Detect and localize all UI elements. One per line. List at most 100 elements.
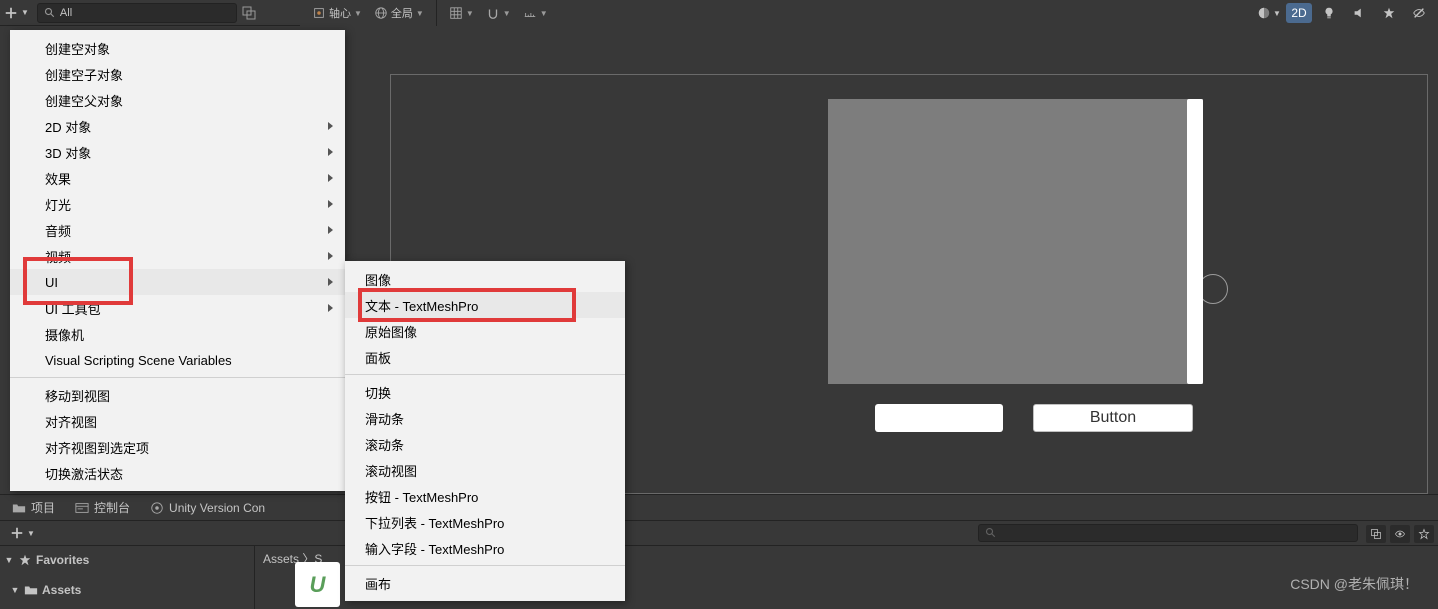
menu-item[interactable]: 效果	[10, 165, 345, 191]
audio-icon	[1352, 6, 1366, 20]
snap-dropdown[interactable]: ▼	[480, 3, 517, 23]
menu-item[interactable]: UI 工具包	[10, 295, 345, 321]
menu-item[interactable]: UI	[10, 269, 345, 295]
save-filter-button[interactable]	[1414, 525, 1434, 543]
chevron-down-icon: ▼	[416, 9, 424, 18]
folder-icon	[24, 583, 38, 597]
menu-item[interactable]: Visual Scripting Scene Variables	[10, 347, 345, 373]
ui-inputfield[interactable]	[875, 404, 1003, 432]
hidden-packages-button[interactable]	[1390, 525, 1410, 543]
bottom-tabs: 项目 控制台 Unity Version Con	[0, 495, 1438, 521]
star-icon	[18, 553, 32, 567]
chevron-down-icon: ▼	[27, 529, 35, 538]
submenu-item[interactable]: 切换	[345, 379, 625, 405]
tab-label: Unity Version Con	[169, 501, 265, 515]
submenu-item[interactable]: 原始图像	[345, 318, 625, 344]
create-dropdown[interactable]: ▼	[0, 6, 33, 20]
gizmo-visibility-button[interactable]	[1406, 3, 1432, 23]
project-toolbar-right	[1366, 521, 1434, 546]
2d-toggle[interactable]: 2D	[1286, 3, 1312, 23]
menu-item[interactable]: 对齐视图到选定项	[10, 434, 345, 460]
menu-item[interactable]: 3D 对象	[10, 139, 345, 165]
fx-icon	[1382, 6, 1396, 20]
project-create-dropdown[interactable]: ▼	[6, 526, 39, 540]
plus-icon	[10, 526, 24, 540]
scene-toolbar: 轴心 ▼ 全局 ▼ ▼ ▼ ▼ ▼ 2D	[300, 0, 1438, 26]
ui-button-label: Button	[1090, 409, 1136, 427]
tree-label: Favorites	[36, 553, 89, 567]
menu-item[interactable]: 音频	[10, 217, 345, 243]
submenu-item[interactable]: 滑动条	[345, 405, 625, 431]
ui-submenu[interactable]: 图像文本 - TextMeshPro原始图像面板切换滑动条滚动条滚动视图按钮 -…	[345, 261, 625, 601]
submenu-item[interactable]: 文本 - TextMeshPro	[345, 292, 625, 318]
submenu-item[interactable]: 输入字段 - TextMeshPro	[345, 535, 625, 561]
lighting-toggle[interactable]	[1316, 3, 1342, 23]
menu-item[interactable]: 视频	[10, 243, 345, 269]
submenu-item[interactable]: 画布	[345, 570, 625, 596]
increment-snap-dropdown[interactable]: ▼	[517, 3, 554, 23]
tab-console[interactable]: 控制台	[67, 497, 138, 519]
menu-item[interactable]: 创建空对象	[10, 35, 345, 61]
chevron-down-icon: ▼	[1273, 9, 1281, 18]
audio-toggle[interactable]	[1346, 3, 1372, 23]
grid-snap-dropdown[interactable]: ▼	[443, 3, 480, 23]
twisty-icon[interactable]: ▼	[4, 555, 14, 565]
chevron-down-icon: ▼	[503, 9, 511, 18]
menu-item[interactable]: 摄像机	[10, 321, 345, 347]
project-content: ▼ Favorites ▼ Assets Assets 〉S	[0, 546, 1438, 609]
menu-item[interactable]: 对齐视图	[10, 408, 345, 434]
asset-thumbnail[interactable]: U	[295, 562, 340, 607]
project-search[interactable]	[978, 524, 1358, 542]
star-icon	[1418, 528, 1430, 540]
hierarchy-search[interactable]	[37, 3, 237, 23]
project-panel: 项目 控制台 Unity Version Con ▼ ▼	[0, 494, 1438, 609]
global-dropdown[interactable]: 全局 ▼	[368, 3, 430, 23]
shaded-icon	[1257, 6, 1271, 20]
globe-icon	[374, 6, 388, 20]
bulb-icon	[1322, 6, 1336, 20]
submenu-item[interactable]: 面板	[345, 344, 625, 370]
twisty-icon[interactable]: ▼	[10, 585, 20, 595]
scene-view-tools: ▼ 2D	[1239, 3, 1432, 23]
tab-label: 项目	[31, 499, 55, 516]
pivot-dropdown[interactable]: 轴心 ▼	[306, 3, 368, 23]
chevron-down-icon: ▼	[354, 9, 362, 18]
ui-panel[interactable]	[828, 99, 1203, 384]
ui-handle-circle[interactable]	[1198, 274, 1228, 304]
menu-item[interactable]: 灯光	[10, 191, 345, 217]
submenu-item[interactable]: 按钮 - TextMeshPro	[345, 483, 625, 509]
menu-item[interactable]: 2D 对象	[10, 113, 345, 139]
submenu-item[interactable]: 图像	[345, 266, 625, 292]
ui-button[interactable]: Button	[1033, 404, 1193, 432]
2d-label: 2D	[1291, 6, 1306, 20]
search-by-type-button[interactable]	[1366, 525, 1386, 543]
context-menu[interactable]: 创建空对象创建空子对象创建空父对象2D 对象3D 对象效果灯光音频视频UIUI …	[10, 30, 345, 491]
scene-picker-icon[interactable]	[241, 5, 257, 21]
submenu-item[interactable]: 滚动视图	[345, 457, 625, 483]
search-input[interactable]	[60, 7, 230, 19]
chevron-down-icon: ▼	[540, 9, 548, 18]
project-tree[interactable]: ▼ Favorites ▼ Assets	[0, 546, 255, 609]
chevron-down-icon: ▼	[466, 9, 474, 18]
plus-icon	[4, 6, 18, 20]
tree-assets[interactable]: ▼ Assets	[0, 580, 254, 600]
ui-scrollbar[interactable]	[1187, 99, 1203, 384]
tab-version-control[interactable]: Unity Version Con	[142, 497, 273, 519]
uvc-icon	[150, 501, 164, 515]
chevron-down-icon: ▼	[21, 8, 29, 17]
filter-icon	[1370, 528, 1382, 540]
fx-toggle[interactable]	[1376, 3, 1402, 23]
menu-item[interactable]: 创建空父对象	[10, 87, 345, 113]
tab-project[interactable]: 项目	[4, 497, 63, 519]
submenu-item[interactable]: 下拉列表 - TextMeshPro	[345, 509, 625, 535]
tree-favorites[interactable]: ▼ Favorites	[0, 550, 254, 570]
menu-item[interactable]: 创建空子对象	[10, 61, 345, 87]
menu-item[interactable]: 切换激活状态	[10, 460, 345, 486]
watermark: CSDN @老朱佩琪！	[1290, 574, 1418, 594]
submenu-item[interactable]: 滚动条	[345, 431, 625, 457]
tree-label: Assets	[42, 583, 81, 597]
snap-icon	[486, 6, 500, 20]
divider	[436, 0, 437, 26]
menu-item[interactable]: 移动到视图	[10, 382, 345, 408]
draw-mode-button[interactable]: ▼	[1256, 3, 1282, 23]
